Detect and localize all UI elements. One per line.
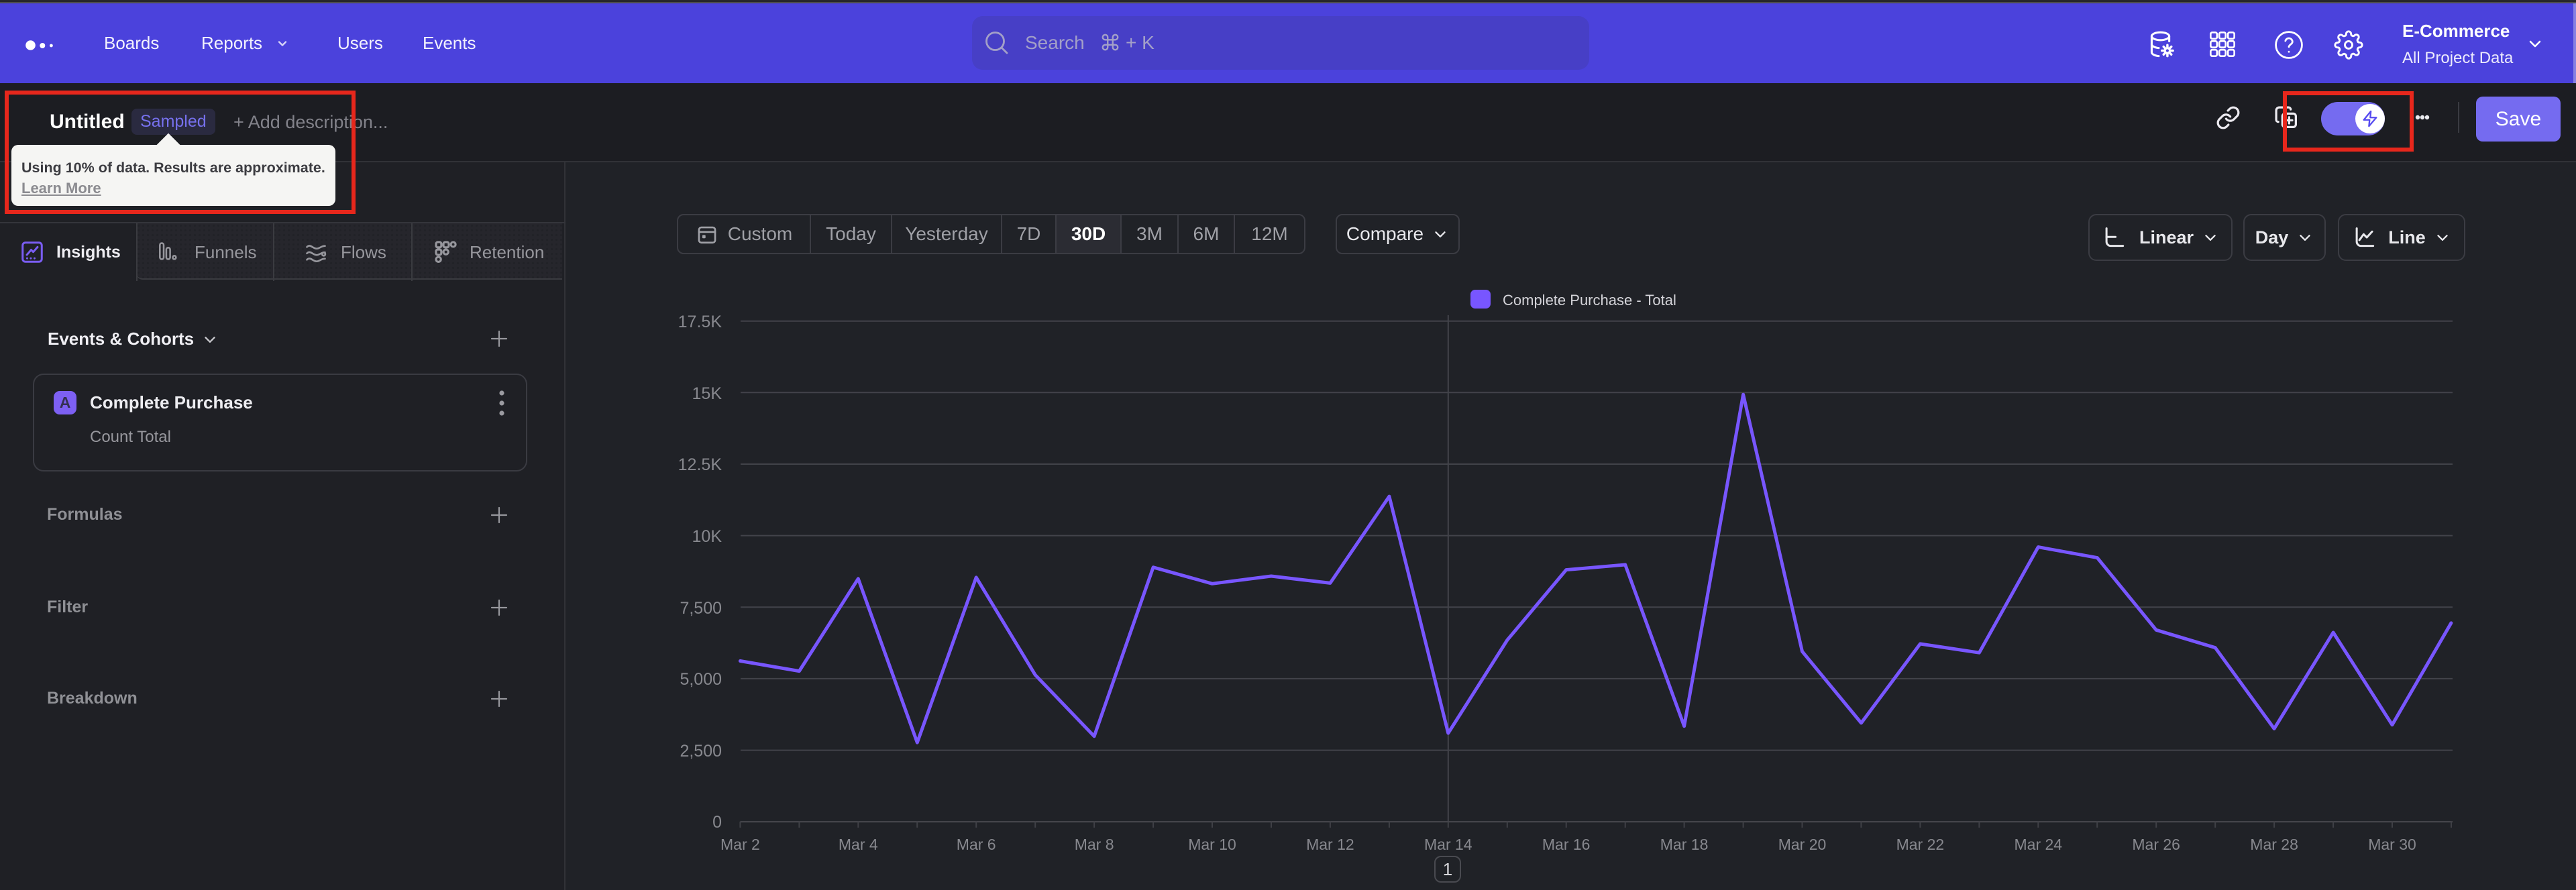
svg-text:0: 0 xyxy=(712,813,722,832)
svg-text:Mar 16: Mar 16 xyxy=(1542,836,1591,853)
svg-text:7,500: 7,500 xyxy=(680,599,722,618)
svg-text:Mar 22: Mar 22 xyxy=(1896,836,1945,853)
svg-text:Mar 26: Mar 26 xyxy=(2132,836,2180,853)
svg-text:Mar 28: Mar 28 xyxy=(2250,836,2298,853)
svg-text:Mar 24: Mar 24 xyxy=(2015,836,2063,853)
svg-text:Mar 10: Mar 10 xyxy=(1188,836,1236,853)
svg-text:Mar 4: Mar 4 xyxy=(839,836,878,853)
svg-text:15K: 15K xyxy=(692,384,722,403)
svg-text:5,000: 5,000 xyxy=(680,670,722,689)
svg-text:Mar 2: Mar 2 xyxy=(720,836,760,853)
svg-text:Mar 30: Mar 30 xyxy=(2368,836,2416,853)
svg-text:2,500: 2,500 xyxy=(680,742,722,761)
svg-text:Mar 8: Mar 8 xyxy=(1075,836,1114,853)
svg-text:Mar 20: Mar 20 xyxy=(1778,836,1827,853)
svg-text:Mar 12: Mar 12 xyxy=(1306,836,1354,853)
svg-text:Mar 6: Mar 6 xyxy=(957,836,996,853)
svg-text:Complete Purchase - Total: Complete Purchase - Total xyxy=(1503,292,1676,309)
svg-text:12.5K: 12.5K xyxy=(678,455,722,474)
svg-text:17.5K: 17.5K xyxy=(678,313,722,331)
svg-text:Mar 18: Mar 18 xyxy=(1660,836,1709,853)
svg-text:Mar 14: Mar 14 xyxy=(1424,836,1472,853)
svg-text:10K: 10K xyxy=(692,527,722,546)
